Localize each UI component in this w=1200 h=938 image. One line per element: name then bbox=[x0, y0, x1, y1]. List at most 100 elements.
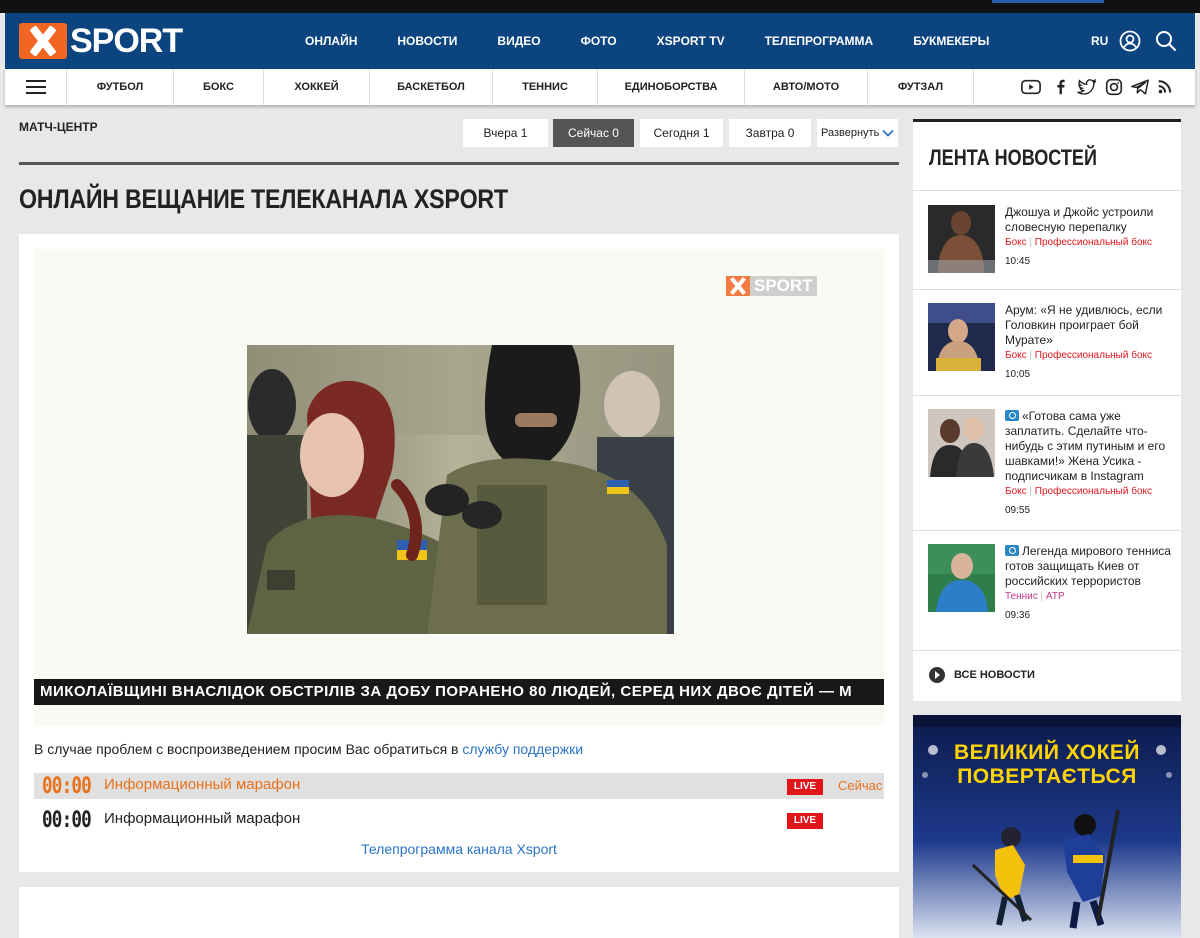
news-tags: Теннис | ATP bbox=[1005, 591, 1065, 602]
watermark-x-mark bbox=[726, 276, 750, 296]
advertisement-banner[interactable]: ВЕЛИКИЙ ХОКЕЙ ПОВЕРТАЄТЬСЯ bbox=[913, 715, 1181, 938]
video-player[interactable]: SPORT МИКОЛАЇВЩИНІ ВНАСЛІДОК ОБСТРІЛІВ З… bbox=[34, 249, 884, 726]
feed-divider bbox=[913, 530, 1181, 531]
watermark-text: SPORT bbox=[750, 276, 817, 296]
main-nav: ОНЛАЙН НОВОСТИ ВИДЕО ФОТО XSPORT TV ТЕЛЕ… bbox=[305, 13, 1029, 69]
schedule-time: 00:00 bbox=[42, 774, 92, 799]
news-thumbnail bbox=[928, 409, 995, 477]
search-icon[interactable] bbox=[1155, 30, 1177, 52]
video-watermark: SPORT bbox=[726, 276, 817, 296]
video-frame-image bbox=[247, 345, 674, 634]
expand-dropdown[interactable]: Развернуть bbox=[817, 119, 898, 147]
nav-tv-program[interactable]: ТЕЛЕПРОГРАММА bbox=[765, 34, 874, 48]
news-tag[interactable]: Бокс bbox=[1005, 486, 1027, 497]
live-badge: LIVE bbox=[787, 779, 823, 795]
camera-icon bbox=[1005, 545, 1019, 556]
tv-program-link[interactable]: Телепрограмма канала Xsport bbox=[19, 841, 899, 857]
news-text: Легенда мирового тенниса готов защищать … bbox=[1005, 544, 1177, 623]
telegram-icon[interactable] bbox=[1130, 78, 1150, 96]
all-news-link[interactable]: ВСЕ НОВОСТИ bbox=[929, 667, 1035, 683]
news-tag[interactable]: ATP bbox=[1046, 591, 1065, 602]
support-text: В случае проблем с воспроизведением прос… bbox=[34, 741, 459, 757]
schedule-row-current[interactable]: 00:00 Информационный марафон LIVE Сейчас bbox=[34, 773, 884, 799]
news-tag[interactable]: Бокс bbox=[1005, 350, 1027, 361]
tab-tomorrow[interactable]: Завтра 0 bbox=[729, 119, 811, 147]
tab-yesterday[interactable]: Вчера 1 bbox=[463, 119, 548, 147]
ad-headline-2: ПОВЕРТАЄТЬСЯ bbox=[957, 765, 1137, 788]
schedule-time: 00:00 bbox=[42, 808, 92, 833]
schedule-program-name: Информационный марафон bbox=[104, 776, 301, 793]
sport-tennis[interactable]: ТЕННИС bbox=[493, 69, 598, 105]
nav-video[interactable]: ВИДЕО bbox=[497, 34, 540, 48]
logo-x-mark bbox=[19, 23, 67, 59]
feed-divider bbox=[913, 190, 1181, 191]
news-tags: Бокс | Профессиональный бокс bbox=[1005, 486, 1153, 497]
sport-futsal[interactable]: ФУТЗАЛ bbox=[868, 69, 974, 105]
news-title: Арум: «Я не удивлюсь, если Головкин прои… bbox=[1005, 303, 1163, 347]
language-switch[interactable]: RU bbox=[1091, 34, 1108, 48]
tab-today[interactable]: Сегодня 1 bbox=[640, 119, 723, 147]
feed-top-border bbox=[913, 119, 1181, 122]
feed-divider bbox=[913, 289, 1181, 290]
sport-basketball[interactable]: БАСКЕТБОЛ bbox=[370, 69, 493, 105]
nav-xsport-tv[interactable]: XSPORT TV bbox=[657, 34, 725, 48]
user-icon[interactable] bbox=[1119, 30, 1141, 52]
twitter-icon[interactable] bbox=[1077, 78, 1097, 96]
rss-icon[interactable] bbox=[1156, 78, 1176, 96]
news-title: Легенда мирового тенниса готов защищать … bbox=[1005, 544, 1171, 588]
sport-auto-moto[interactable]: АВТО/МОТО bbox=[745, 69, 868, 105]
support-notice: В случае проблем с воспроизведением прос… bbox=[34, 741, 583, 757]
feed-divider bbox=[913, 650, 1181, 651]
expand-label: Развернуть bbox=[821, 127, 880, 139]
nav-news[interactable]: НОВОСТИ bbox=[397, 34, 457, 48]
sports-nav: ФУТБОЛ БОКС ХОККЕЙ БАСКЕТБОЛ ТЕННИС ЕДИН… bbox=[5, 69, 1195, 105]
sport-hockey[interactable]: ХОККЕЙ bbox=[264, 69, 370, 105]
sport-football[interactable]: ФУТБОЛ bbox=[67, 69, 174, 105]
menu-icon[interactable] bbox=[5, 69, 67, 105]
page-title: ОНЛАЙН ВЕЩАНИЕ ТЕЛЕКАНАЛА XSPORT bbox=[19, 184, 508, 214]
news-tag[interactable]: Профессиональный бокс bbox=[1035, 350, 1152, 361]
news-tag[interactable]: Бокс bbox=[1005, 237, 1027, 248]
all-news-label: ВСЕ НОВОСТИ bbox=[954, 669, 1035, 681]
news-tag[interactable]: Профессиональный бокс bbox=[1035, 486, 1152, 497]
lower-content-card bbox=[19, 887, 899, 938]
arrow-right-icon bbox=[929, 667, 945, 683]
site-logo[interactable]: SPORT bbox=[19, 21, 183, 60]
news-thumbnail bbox=[928, 205, 995, 273]
news-thumbnail bbox=[928, 544, 995, 612]
section-divider bbox=[19, 162, 899, 165]
sport-boxing[interactable]: БОКС bbox=[174, 69, 264, 105]
news-ticker: МИКОЛАЇВЩИНІ ВНАСЛІДОК ОБСТРІЛІВ ЗА ДОБУ… bbox=[34, 679, 884, 705]
news-time: 10:45 bbox=[1005, 256, 1031, 267]
player-card: SPORT МИКОЛАЇВЩИНІ ВНАСЛІДОК ОБСТРІЛІВ З… bbox=[19, 234, 899, 872]
youtube-icon[interactable] bbox=[1021, 78, 1041, 96]
now-label: Сейчас bbox=[838, 778, 883, 793]
instagram-icon[interactable] bbox=[1104, 78, 1124, 96]
sport-martial-arts[interactable]: ЕДИНОБОРСТВА bbox=[598, 69, 745, 105]
nav-online[interactable]: ОНЛАЙН bbox=[305, 34, 357, 48]
news-tags: Бокс | Профессиональный бокс bbox=[1005, 350, 1153, 361]
site-header: SPORT ОНЛАЙН НОВОСТИ ВИДЕО ФОТО XSPORT T… bbox=[5, 13, 1195, 69]
live-badge: LIVE bbox=[787, 813, 823, 829]
news-time: 10:05 bbox=[1005, 369, 1031, 380]
news-tag[interactable]: Профессиональный бокс bbox=[1035, 237, 1152, 248]
news-tags: Бокс | Профессиональный бокс bbox=[1005, 237, 1153, 248]
news-time: 09:36 bbox=[1005, 610, 1031, 621]
support-link[interactable]: службу поддержки bbox=[462, 741, 583, 757]
facebook-icon[interactable] bbox=[1051, 78, 1071, 96]
ad-headline-1: ВЕЛИКИЙ ХОКЕЙ bbox=[953, 741, 1141, 764]
news-title: «Готова сама уже заплатить. Сделайте что… bbox=[1005, 409, 1166, 483]
tab-now[interactable]: Сейчас 0 bbox=[553, 119, 634, 147]
schedule-row-next[interactable]: 00:00 Информационный марафон LIVE bbox=[34, 807, 884, 833]
chevron-down-icon bbox=[882, 129, 894, 137]
news-text: Арум: «Я не удивлюсь, если Головкин прои… bbox=[1005, 303, 1177, 382]
logo-wordmark: SPORT bbox=[70, 21, 183, 60]
top-strip-bar bbox=[992, 0, 1104, 3]
news-feed: ЛЕНТА НОВОСТЕЙ Джошуа и Джойс устроили с… bbox=[913, 119, 1181, 701]
news-thumbnail bbox=[928, 303, 995, 371]
top-strip bbox=[0, 0, 1200, 13]
nav-photo[interactable]: ФОТО bbox=[581, 34, 617, 48]
match-center-title: МАТЧ-ЦЕНТР bbox=[19, 120, 98, 134]
nav-bookmakers[interactable]: БУКМЕКЕРЫ bbox=[913, 34, 989, 48]
news-tag[interactable]: Теннис bbox=[1005, 591, 1038, 602]
